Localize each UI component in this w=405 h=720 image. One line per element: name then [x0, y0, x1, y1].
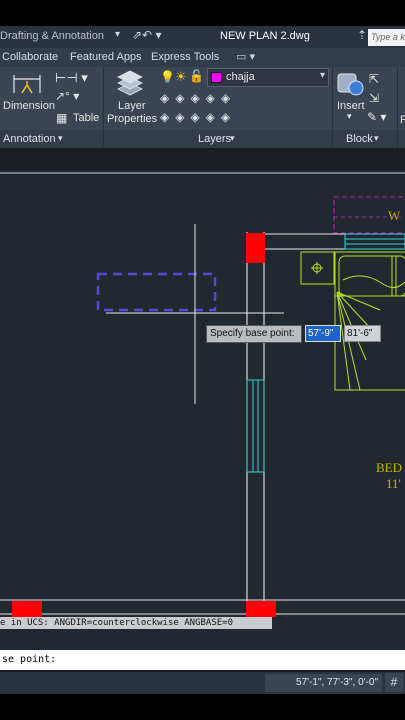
layer-tools-row2[interactable]: ◈◈◈◈◈ [160, 110, 236, 124]
column-red [246, 601, 276, 617]
window-cyan [344, 233, 405, 250]
panel-title-annotation[interactable]: Annotation [3, 133, 56, 145]
insert-block-icon[interactable] [336, 70, 366, 98]
chevron-down-icon[interactable]: ▾ [374, 133, 379, 144]
grid-icon[interactable]: # [385, 673, 403, 692]
layer-label[interactable]: Layer [118, 100, 146, 112]
file-tab-band [0, 148, 405, 170]
panel-divider [397, 130, 398, 148]
sun-icon[interactable]: ☀ [175, 69, 187, 85]
selected-object [96, 272, 217, 312]
panel-divider [103, 130, 104, 148]
bed-furniture [300, 251, 405, 391]
drawing-canvas[interactable]: W BED 11' [0, 170, 405, 650]
panel-divider [397, 67, 398, 130]
tab-express-tools[interactable]: Express Tools [151, 51, 219, 63]
layer-tools-row1[interactable]: ◈◈◈◈◈ [160, 91, 236, 105]
tab-featured-apps[interactable]: Featured Apps [70, 51, 142, 63]
document-title: NEW PLAN 2.dwg [220, 30, 310, 42]
properties-icon[interactable]: P [400, 114, 405, 126]
leader-icon[interactable]: ↗° ▾ [55, 89, 79, 103]
ribbon-tabs: Collaborate Featured Apps Express Tools … [0, 48, 405, 67]
layer-color-swatch [211, 72, 222, 83]
command-line-input[interactable]: se point: [0, 650, 405, 670]
lock-icon[interactable]: 🔓 [189, 69, 204, 83]
layer-on-icon[interactable]: 💡 [160, 70, 175, 84]
table-button[interactable]: Table [73, 112, 99, 124]
title-bar: Drafting & Annotation ▾ ⇗↶ ▾ NEW PLAN 2.… [0, 26, 405, 48]
chevron-down-icon[interactable]: ▾ [115, 29, 120, 40]
panel-divider [332, 67, 333, 130]
edit-block-icon[interactable]: ⇲ [369, 91, 379, 105]
layer-properties-button[interactable]: Properties [107, 113, 157, 125]
dynamic-input-y-field[interactable]: 81'-6" [344, 325, 381, 342]
room-label-bed: BED [376, 460, 402, 475]
chevron-down-icon[interactable]: ▾ [58, 133, 63, 144]
chevron-down-icon[interactable]: ▾ [230, 133, 235, 144]
create-block-icon[interactable]: ⇱ [369, 72, 379, 86]
panel-divider [103, 67, 104, 130]
chevron-down-icon[interactable]: ▾ [347, 111, 352, 122]
dynamic-input-x-field[interactable]: 57'-9" [305, 325, 341, 342]
block-attribute-icon[interactable]: ✎ ▾ [367, 110, 386, 124]
column-red [12, 601, 42, 617]
chevron-down-icon: ▾ [319, 70, 325, 81]
dynamic-input-prompt: Specify base point: [206, 325, 302, 343]
tab-collaborate[interactable]: Collaborate [2, 51, 58, 63]
column-red [246, 233, 265, 263]
layer-properties-icon[interactable] [114, 69, 144, 97]
ribbon-toggle-icon[interactable]: ▭ ▾ [236, 50, 255, 63]
window-cyan [246, 379, 265, 473]
room-dimension-label: 11' [386, 476, 401, 491]
table-icon[interactable]: ▦ [56, 111, 67, 125]
share-icon[interactable]: ⇡ [357, 28, 367, 42]
search-input[interactable]: Type a k [368, 29, 405, 46]
ribbon-panel-titles: Annotation ▾ Layers ▾ Block ▾ [0, 130, 405, 148]
quick-access-icons[interactable]: ⇗↶ ▾ [132, 28, 161, 42]
command-history: e in UCS: ANGDIR=counterclockwise ANGBAS… [0, 617, 272, 629]
workspace-switcher[interactable]: Drafting & Annotation [0, 30, 104, 42]
linear-dim-icon[interactable]: ⊢⊣ ▾ [55, 70, 88, 86]
layer-dropdown[interactable]: chajja ▾ [207, 68, 329, 87]
panel-title-layers[interactable]: Layers [198, 133, 231, 145]
dimension-icon[interactable] [10, 71, 44, 97]
text-w: W [388, 208, 401, 223]
panel-title-block[interactable]: Block [346, 133, 373, 145]
dimension-button[interactable]: Dimension [3, 100, 55, 112]
current-layer-name: chajja [226, 71, 255, 83]
drawing-svg: W BED 11' [0, 172, 405, 620]
coordinates-display[interactable]: 57'-1", 77'-3", 0'-0" [265, 674, 382, 692]
panel-divider [332, 130, 333, 148]
